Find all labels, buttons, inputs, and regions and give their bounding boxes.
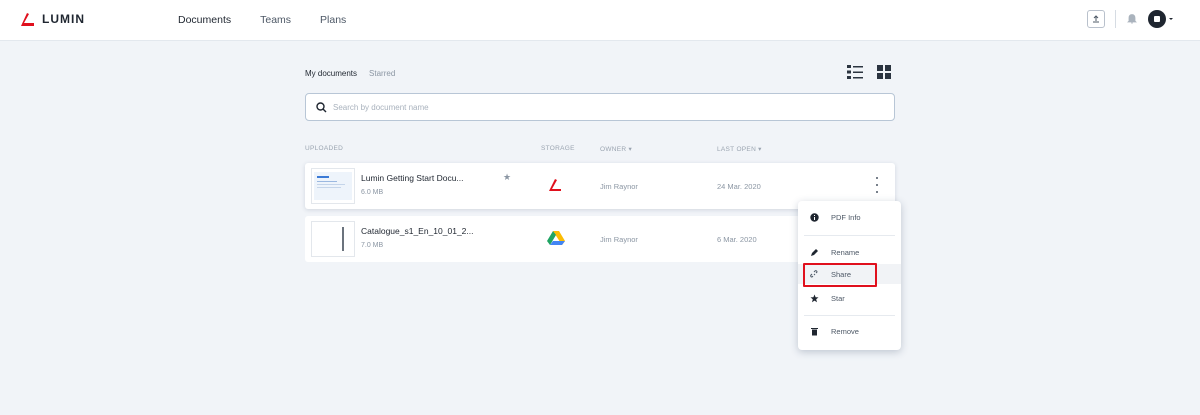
divider	[804, 315, 895, 316]
document-name[interactable]: Lumin Getting Start Docu...	[361, 173, 464, 183]
menu-item-label: PDF Info	[831, 212, 861, 222]
share-highlight-box	[803, 263, 877, 287]
document-last-open: 6 Mar. 2020	[717, 235, 757, 244]
logo-text: LUMIN	[42, 12, 85, 26]
col-last-open[interactable]: LAST OPEN ▾	[717, 145, 762, 153]
user-icon	[1154, 16, 1160, 22]
tab-my-documents[interactable]: My documents	[305, 69, 357, 78]
avatar[interactable]	[1148, 10, 1166, 28]
bell-icon[interactable]	[1126, 13, 1138, 25]
document-name[interactable]: Catalogue_s1_En_10_01_2...	[361, 226, 473, 236]
document-size: 6.0 MB	[361, 189, 384, 196]
lumin-logo-icon	[549, 179, 561, 191]
more-options-icon[interactable]	[874, 177, 880, 193]
search-icon	[316, 101, 327, 112]
trash-icon	[810, 327, 819, 336]
col-storage[interactable]: STORAGE	[541, 145, 575, 152]
menu-item-label: Star	[831, 293, 845, 303]
lumin-logo-icon	[21, 13, 34, 26]
grid-view-icon[interactable]	[877, 65, 891, 79]
col-uploaded[interactable]: UPLOADED	[305, 145, 343, 152]
menu-item-star[interactable]: Star	[798, 288, 901, 308]
star-icon[interactable]: ★	[503, 172, 511, 183]
col-owner[interactable]: OWNER ▾	[600, 145, 632, 153]
document-thumbnail	[311, 168, 355, 204]
nav-documents[interactable]: Documents	[178, 14, 231, 26]
menu-item-remove[interactable]: Remove	[798, 321, 901, 341]
star-icon	[810, 294, 819, 303]
document-thumbnail	[311, 221, 355, 257]
account-menu[interactable]	[1148, 10, 1174, 28]
tab-starred[interactable]: Starred	[369, 69, 395, 78]
divider	[804, 235, 895, 236]
topbar-actions	[1087, 10, 1174, 28]
divider	[1115, 10, 1116, 28]
upload-icon	[1093, 15, 1099, 23]
menu-item-pdf-info[interactable]: PDF Info	[798, 207, 901, 227]
pencil-icon	[810, 248, 819, 257]
menu-item-label: Remove	[831, 326, 859, 336]
nav-teams[interactable]: Teams	[260, 14, 291, 26]
document-last-open: 24 Mar. 2020	[717, 182, 761, 191]
document-tabs: My documents Starred	[305, 69, 395, 78]
lumin-logo[interactable]: LUMIN	[18, 10, 85, 28]
upload-button[interactable]	[1087, 10, 1105, 28]
main-nav: Documents Teams Plans	[178, 14, 375, 26]
chevron-down-icon	[1169, 18, 1173, 20]
document-owner: Jim Raynor	[600, 235, 638, 244]
top-navigation-bar: LUMIN Documents Teams Plans	[0, 0, 1200, 41]
menu-item-label: Rename	[831, 247, 860, 257]
info-icon	[810, 212, 819, 222]
list-view-icon[interactable]	[847, 65, 863, 79]
nav-plans[interactable]: Plans	[320, 14, 346, 26]
view-toggle	[847, 65, 891, 79]
google-drive-icon	[547, 231, 565, 245]
search-bar[interactable]	[305, 93, 895, 121]
menu-item-rename[interactable]: Rename	[798, 242, 901, 262]
search-input[interactable]	[333, 102, 833, 112]
document-owner: Jim Raynor	[600, 182, 638, 191]
document-size: 7.0 MB	[361, 242, 384, 249]
